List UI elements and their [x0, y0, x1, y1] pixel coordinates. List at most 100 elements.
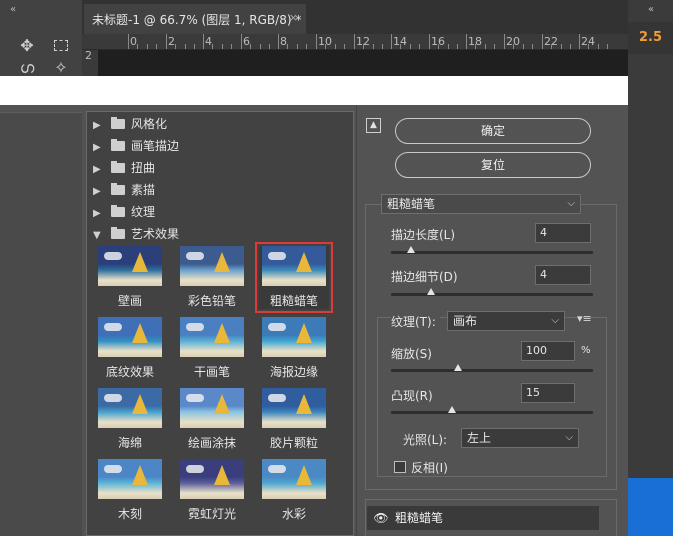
chevron-down-icon: ⌵ [565, 432, 573, 443]
filter-thumbnail-label: 木刻 [117, 507, 142, 521]
ruler-minor-tick [438, 44, 439, 49]
collapsed-arrow-icon[interactable]: ▶ [93, 138, 105, 158]
collapsed-arrow-icon[interactable]: ▶ [93, 204, 105, 224]
light-select[interactable]: 左上 ⌵ [461, 428, 579, 448]
ruler-tick [391, 34, 392, 49]
filter-thumbnail[interactable]: 彩色铅笔 [177, 246, 247, 309]
filter-category[interactable]: ▶ 画笔描边 [93, 136, 179, 156]
ruler-label: 4 [205, 35, 212, 48]
filter-thumbnail[interactable]: 霓虹灯光 [177, 459, 247, 522]
cloud-icon [186, 394, 204, 402]
settings-panel: ▲ 确定 复位 粗糙蜡笔 ⌵ 描边长度(L) 4 描边细节(D) 4 纹理(T)… [356, 105, 628, 536]
filter-select-value: 粗糙蜡笔 [387, 197, 436, 211]
scaling-input[interactable]: 100 [521, 341, 575, 361]
filter-thumbnail[interactable]: 水彩 [259, 459, 329, 522]
filter-category[interactable]: ▶ 素描 [93, 180, 155, 200]
filter-thumbnail[interactable]: 壁画 [95, 246, 165, 309]
ruler-minor-tick [185, 44, 186, 49]
filter-thumbnail[interactable]: 干画笔 [177, 317, 247, 380]
ruler-minor-tick [269, 44, 270, 49]
texture-select[interactable]: 画布 ⌵ [447, 311, 565, 331]
close-tab-icon[interactable]: × [289, 11, 298, 24]
ruler-minor-tick [494, 44, 495, 49]
filter-category[interactable]: ▼ 艺术效果 [93, 224, 179, 244]
filter-preview-image [180, 388, 244, 428]
stroke-detail-slider[interactable] [391, 293, 593, 296]
magic-wand-tool-icon[interactable]: ✧ [50, 58, 72, 78]
preview-pane [0, 112, 82, 536]
filter-category-label: 艺术效果 [131, 227, 180, 241]
filter-category-label: 素描 [131, 183, 156, 197]
filter-thumbnail[interactable]: 木刻 [95, 459, 165, 522]
filter-thumbnail[interactable]: 胶片颗粒 [259, 388, 329, 451]
stroke-length-input[interactable]: 4 [535, 223, 591, 243]
visibility-eye-icon[interactable]: 👁 [371, 506, 391, 530]
texture-label: 纹理(T): [391, 313, 440, 330]
expanded-arrow-icon[interactable]: ▼ [93, 226, 105, 246]
ruler-minor-tick [156, 44, 157, 49]
filter-thumbnail[interactable]: 粗糙蜡笔 [255, 242, 333, 313]
collapsed-arrow-icon[interactable]: ▶ [93, 160, 105, 180]
slider-thumb[interactable] [407, 246, 416, 253]
collapsed-arrow-icon[interactable]: ▶ [93, 182, 105, 202]
sailboat-icon [296, 323, 312, 343]
slider-thumb[interactable] [453, 364, 462, 371]
filter-thumbnail-label: 绘画涂抹 [187, 436, 236, 450]
ruler-minor-tick [250, 44, 251, 49]
move-tool-icon[interactable]: ✥ [16, 36, 38, 56]
panel-collapse-icon[interactable]: « [10, 4, 16, 15]
panel-collapse-icon[interactable]: « [648, 4, 654, 15]
cloud-icon [104, 394, 122, 402]
chevron-down-icon: ⌵ [567, 198, 575, 209]
sailboat-icon [132, 252, 148, 272]
ruler-minor-tick [137, 44, 138, 49]
filter-thumbnail-label: 粗糙蜡笔 [269, 294, 318, 308]
reset-button[interactable]: 复位 [395, 152, 591, 178]
cloud-icon [268, 323, 286, 331]
ruler-tick [579, 34, 580, 49]
marquee-tool-icon[interactable] [50, 36, 72, 56]
ruler-minor-tick [287, 44, 288, 49]
collapsed-arrow-icon[interactable]: ▶ [93, 116, 105, 136]
cloud-icon [104, 252, 122, 260]
filter-category-label: 扭曲 [131, 161, 156, 175]
sailboat-icon [296, 252, 312, 272]
filter-preview-image [98, 388, 162, 428]
slider-thumb[interactable] [447, 406, 456, 413]
filter-thumbnail[interactable]: 底纹效果 [95, 317, 165, 380]
cloud-icon [104, 465, 122, 473]
filter-thumbnail[interactable]: 绘画涂抹 [177, 388, 247, 451]
stroke-length-slider[interactable] [391, 251, 593, 254]
ruler-tick [278, 34, 279, 49]
filter-category[interactable]: ▶ 纹理 [93, 202, 155, 222]
ruler-label: 0 [130, 35, 137, 48]
relief-input[interactable]: 15 [521, 383, 575, 403]
scaling-unit: % [581, 345, 591, 356]
filter-category[interactable]: ▶ 风格化 [93, 114, 167, 134]
filter-thumbnail[interactable]: 海绵 [95, 388, 165, 451]
ok-button[interactable]: 确定 [395, 118, 591, 144]
filter-category[interactable]: ▶ 扭曲 [93, 158, 155, 178]
relief-slider[interactable] [391, 411, 593, 414]
collapse-gallery-icon[interactable]: ▲ [366, 118, 381, 133]
filter-thumbnail-label: 胶片颗粒 [269, 436, 318, 450]
ruler-minor-tick [175, 44, 176, 49]
ruler-minor-tick [457, 44, 458, 49]
invert-checkbox[interactable] [394, 461, 406, 473]
filter-select[interactable]: 粗糙蜡笔 ⌵ [381, 194, 581, 214]
filter-thumbnail[interactable]: 海报边缘 [259, 317, 329, 380]
ruler-minor-tick [419, 44, 420, 49]
ruler-minor-tick [306, 44, 307, 49]
cloud-icon [268, 465, 286, 473]
ruler-minor-tick [485, 44, 486, 49]
document-tab[interactable]: 未标题-1 @ 66.7% (图层 1, RGB/8) * × [84, 4, 306, 34]
document-tab-title: 未标题-1 @ 66.7% (图层 1, RGB/8) * [92, 13, 302, 27]
slider-thumb[interactable] [427, 288, 436, 295]
texture-menu-icon[interactable]: ▾≡ [577, 312, 592, 325]
stroke-detail-input[interactable]: 4 [535, 265, 591, 285]
effect-layer-row[interactable]: 👁 粗糙蜡笔 [367, 506, 599, 530]
filter-preview-image [180, 246, 244, 286]
lasso-tool-icon[interactable]: ഗ [16, 58, 38, 78]
sailboat-icon [132, 394, 148, 414]
scaling-slider[interactable] [391, 369, 593, 372]
